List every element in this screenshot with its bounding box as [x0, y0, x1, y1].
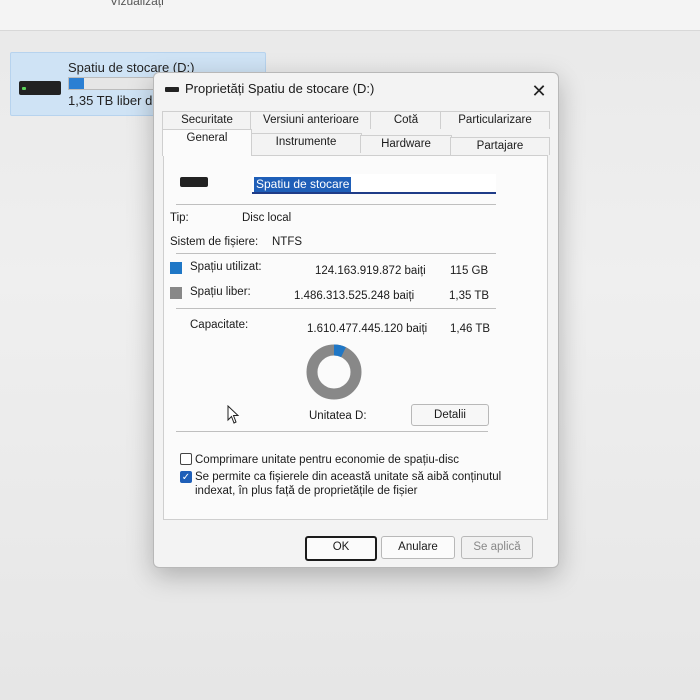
- tab-general[interactable]: General: [162, 129, 252, 156]
- mouse-pointer-icon: [227, 405, 240, 424]
- cancel-button[interactable]: Anulare: [381, 536, 455, 559]
- index-label-line1: Se permite ca fișierele din această unit…: [195, 471, 502, 483]
- tab-cota[interactable]: Cotă: [370, 111, 442, 129]
- divider: [176, 204, 496, 205]
- capacity-size: 1,46 TB: [450, 323, 491, 335]
- usage-donut-chart: [306, 344, 362, 400]
- filesystem-value: NTFS: [272, 236, 303, 248]
- apply-button[interactable]: Se aplică: [461, 536, 533, 559]
- used-space-swatch: [170, 262, 182, 274]
- used-space-bytes: 124.163.919.872 baiți: [315, 265, 426, 277]
- capacity-label: Capacitate:: [190, 319, 249, 331]
- tab-versiuni-anterioare[interactable]: Versiuni anterioare: [250, 111, 372, 129]
- divider: [176, 308, 496, 309]
- drive-letter-label: Unitatea D:: [309, 410, 367, 422]
- tab-securitate[interactable]: Securitate: [162, 111, 252, 129]
- free-space-swatch: [170, 287, 182, 299]
- close-button[interactable]: ✕: [528, 81, 550, 103]
- details-button[interactable]: Detalii: [411, 404, 489, 426]
- tab-hardware[interactable]: Hardware: [360, 135, 452, 153]
- drive-icon: [180, 177, 208, 187]
- used-space-label: Spațiu utilizat:: [190, 261, 262, 273]
- compress-label: Comprimare unitate pentru economie de sp…: [195, 454, 459, 466]
- properties-dialog: Proprietăți Spatiu de stocare (D:) ✕ Sec…: [153, 72, 559, 568]
- index-label-line2: indexat, în plus față de proprietățile d…: [195, 485, 418, 497]
- index-checkbox[interactable]: ✓: [180, 471, 192, 483]
- drive-icon: [165, 87, 179, 92]
- hard-drive-icon: [19, 81, 61, 95]
- toolbar-partial-label[interactable]: Vizualizați: [110, 0, 164, 8]
- general-tab-panel: Spatiu de stocare Tip: Disc local Sistem…: [163, 155, 548, 520]
- volume-name-selection: Spatiu de stocare: [254, 177, 352, 192]
- free-space-size: 1,35 TB: [449, 290, 490, 302]
- divider: [176, 253, 496, 254]
- free-space-bytes: 1.486.313.525.248 baiți: [294, 290, 415, 302]
- tab-partajare[interactable]: Partajare: [450, 137, 550, 155]
- free-space-label: Spațiu liber:: [190, 286, 251, 298]
- used-space-size: 115 GB: [450, 265, 489, 277]
- tab-particularizare[interactable]: Particularizare: [440, 111, 550, 129]
- tab-strip: Securitate Versiuni anterioare Cotă Part…: [154, 111, 558, 156]
- filesystem-label: Sistem de fișiere:: [170, 236, 259, 248]
- ok-button[interactable]: OK: [305, 536, 377, 561]
- donut-free-segment: [306, 344, 362, 400]
- type-value: Disc local: [242, 212, 292, 224]
- dialog-titlebar[interactable]: Proprietăți Spatiu de stocare (D:) ✕: [154, 73, 558, 107]
- dialog-title: Proprietăți Spatiu de stocare (D:): [185, 81, 375, 96]
- tab-instrumente[interactable]: Instrumente: [250, 133, 362, 151]
- type-label: Tip:: [170, 212, 189, 224]
- compress-checkbox[interactable]: [180, 453, 192, 465]
- divider: [176, 431, 488, 432]
- drive-free-text: 1,35 TB liber din: [68, 93, 163, 108]
- explorer-toolbar: Vizualizați: [0, 0, 700, 31]
- capacity-bytes: 1.610.477.445.120 baiți: [307, 323, 428, 335]
